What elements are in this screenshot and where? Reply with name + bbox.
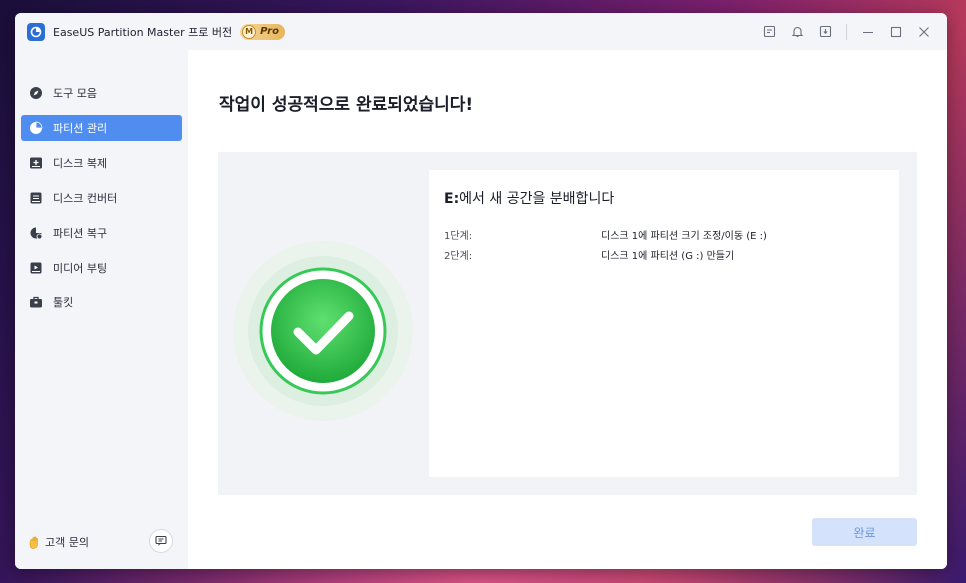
minimize-icon[interactable] [861,25,875,39]
sidebar-item-disk-converter[interactable]: 디스크 컨버터 [21,185,182,211]
app-title: EaseUS Partition Master 프로 버전 [53,25,233,39]
sidebar-item-label: 파티션 관리 [53,122,108,135]
badge-label: Pro [260,26,279,37]
sidebar-item-disk-clone[interactable]: 디스크 복제 [21,150,182,176]
app-logo-icon [27,22,45,41]
sidebar-item-media-boot[interactable]: 미디어 부팅 [21,255,182,281]
title-bar-separator [846,23,847,40]
sidebar-item-label: 디스크 컨버터 [53,192,118,205]
maximize-icon[interactable] [889,25,903,39]
bell-icon[interactable] [790,25,804,39]
result-panel: E:에서 새 공간을 분배합니다 1단계: 디스크 1에 파티션 크기 조정/이… [218,152,917,495]
disk-convert-icon [30,192,42,204]
download-box-icon[interactable] [818,25,832,39]
pie-chart-icon [30,121,43,134]
step-value: 디스크 1에 파티션 크기 조정/이동 (E :) [601,231,767,242]
sidebar-item-label: 도구 모음 [53,87,97,100]
customer-support-label: 고객 문의 [45,536,89,549]
done-button[interactable]: 완료 [812,518,917,546]
sidebar-item-label: 미디어 부팅 [53,262,108,275]
success-check-icon [232,240,414,422]
step-label: 2단계: [444,251,473,262]
feedback-chat-button[interactable] [149,529,173,553]
step-value: 디스크 1에 파티션 (G :) 만들기 [601,251,735,262]
chat-icon [155,535,167,546]
customer-support-link[interactable]: 고객 문의 [27,534,89,550]
page-title: 작업이 성공적으로 완료되었습니다! [219,95,474,115]
media-boot-icon [30,262,42,274]
sidebar-item-partition-recovery[interactable]: 파티션 복구 [21,220,182,246]
partition-recovery-icon [30,227,43,240]
app-window: EaseUS Partition Master 프로 버전 M Pro 도구 모… [15,13,947,569]
notes-icon[interactable] [762,25,776,39]
sidebar-item-label: 툴킷 [53,296,74,309]
compass-icon [30,87,42,99]
card-title-text: 에서 새 공간을 분배합니다 [459,191,615,207]
sidebar-item-tools[interactable]: 도구 모음 [21,80,182,106]
pro-badge[interactable]: M Pro [240,23,285,40]
card-title-drive: E: [444,191,460,207]
sidebar-item-toolkit[interactable]: 툴킷 [21,289,182,315]
operation-summary-card: E:에서 새 공간을 분배합니다 1단계: 디스크 1에 파티션 크기 조정/이… [429,170,899,477]
waving-hand-icon [29,536,38,549]
sidebar-item-partition-manager[interactable]: 파티션 관리 [21,115,182,141]
main-content: 작업이 성공적으로 완료되었습니다! E:에서 새 공간을 분배합니다 1단계:… [188,50,947,569]
card-title: E:에서 새 공간을 분배합니다 [444,188,614,208]
sidebar: 도구 모음 파티션 관리 디스크 복제 디스크 컨버터 파티션 복구 미디어 부… [15,50,188,569]
title-bar-controls [762,13,931,50]
sidebar-item-label: 파티션 복구 [53,227,108,240]
badge-letter: M [242,24,257,39]
title-bar: EaseUS Partition Master 프로 버전 M Pro [15,13,947,50]
step-label: 1단계: [444,231,473,242]
close-icon[interactable] [917,25,931,39]
toolkit-icon [30,296,42,308]
disk-clone-icon [30,157,42,169]
sidebar-item-label: 디스크 복제 [53,157,108,170]
